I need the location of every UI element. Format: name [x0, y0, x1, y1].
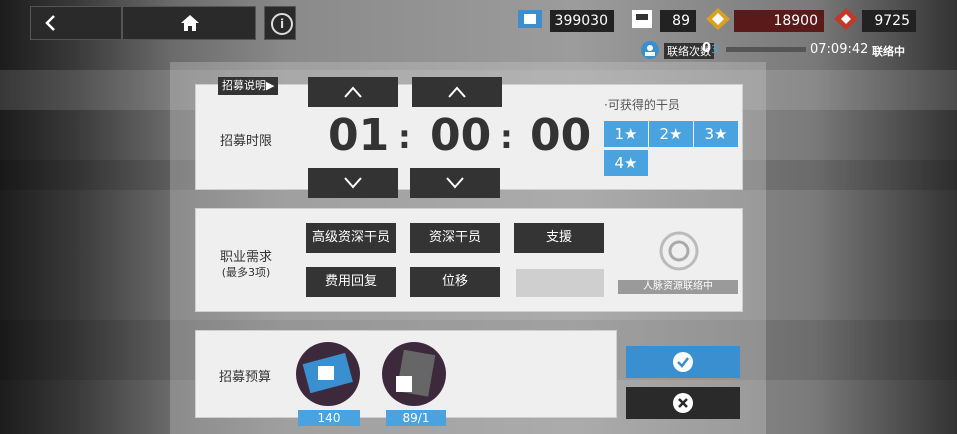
info-button[interactable]: i [264, 6, 296, 40]
colon-2: : [500, 118, 513, 156]
budget-ticket-item[interactable] [296, 342, 360, 406]
contact-status: 联络次数 0 3 07:09:42 联络中 [640, 40, 910, 60]
recruit-ticket-icon [518, 10, 542, 28]
check-icon [673, 352, 693, 372]
refresh-tags-button[interactable]: 人脉资源联络中 [618, 222, 738, 296]
seconds-value: 00 [530, 110, 592, 161]
orundum-count: 18900 [734, 10, 824, 32]
available-operators-label: ·可获得的干员 [604, 98, 680, 112]
chevron-down-icon [446, 177, 464, 189]
budget-label: 招募预算 [218, 370, 271, 385]
requirements-label: 职业需求 [219, 250, 272, 265]
recruit-ticket-icon [302, 352, 353, 394]
chevron-left-icon [45, 15, 55, 31]
confirm-button[interactable] [626, 346, 740, 378]
requirements-sublabel: (最多3项) [221, 266, 271, 279]
tag-empty-slot [516, 269, 604, 297]
minutes-value: 00 [430, 110, 492, 161]
star-4-badge: 4★ [604, 150, 648, 176]
contact-progress-bar [726, 47, 806, 52]
refresh-icon [659, 231, 699, 271]
chevron-down-icon [344, 177, 362, 189]
colon-1: : [398, 118, 411, 156]
refresh-label: 人脉资源联络中 [618, 280, 738, 294]
budget-permit-cost: 89/1 [386, 410, 446, 426]
permit-icon [632, 10, 652, 28]
close-icon [673, 393, 693, 413]
star-3-badge: 3★ [694, 121, 738, 147]
hours-value: 01 [328, 110, 390, 161]
hour-down-button[interactable] [308, 168, 398, 198]
tag-support[interactable]: 支援 [514, 223, 604, 253]
top-bar: i 399030 89 18900 9725 [0, 0, 957, 40]
info-icon: i [271, 13, 293, 35]
chevron-up-icon [344, 86, 362, 98]
contact-timer: 07:09:42 [810, 42, 869, 57]
tag-top-operator[interactable]: 高级资深干员 [306, 223, 396, 253]
minute-down-button[interactable] [410, 168, 500, 198]
budget-ticket-cost: 140 [298, 410, 360, 426]
originite-count: 9725 [862, 10, 916, 32]
user-icon [641, 41, 659, 59]
hour-up-button[interactable] [308, 77, 398, 107]
time-limit-label: 招募时限 [219, 134, 272, 149]
tag-senior-operator[interactable]: 资深干员 [410, 223, 500, 253]
tag-shift[interactable]: 位移 [410, 267, 500, 297]
back-button[interactable] [30, 6, 122, 40]
star-2-badge: 2★ [649, 121, 693, 147]
chevron-up-icon [448, 86, 466, 98]
contact-max: 3 [711, 43, 718, 56]
cancel-button[interactable] [626, 387, 740, 419]
orundum-icon [706, 8, 730, 30]
star-1-badge: 1★ [604, 121, 648, 147]
contact-value: 0 [702, 41, 712, 56]
recruit-guide-button[interactable]: 招募说明▶ [218, 77, 279, 95]
permits-count: 89 [660, 10, 696, 32]
contact-state: 联络中 [872, 45, 905, 58]
minute-up-button[interactable] [412, 77, 502, 107]
originite-icon [834, 8, 858, 30]
permit-icon [396, 349, 436, 397]
home-icon [181, 15, 199, 31]
tickets-count: 399030 [550, 10, 614, 32]
home-button[interactable] [122, 6, 256, 40]
tag-dp-recovery[interactable]: 费用回复 [306, 267, 396, 297]
budget-permit-item[interactable] [382, 342, 446, 406]
